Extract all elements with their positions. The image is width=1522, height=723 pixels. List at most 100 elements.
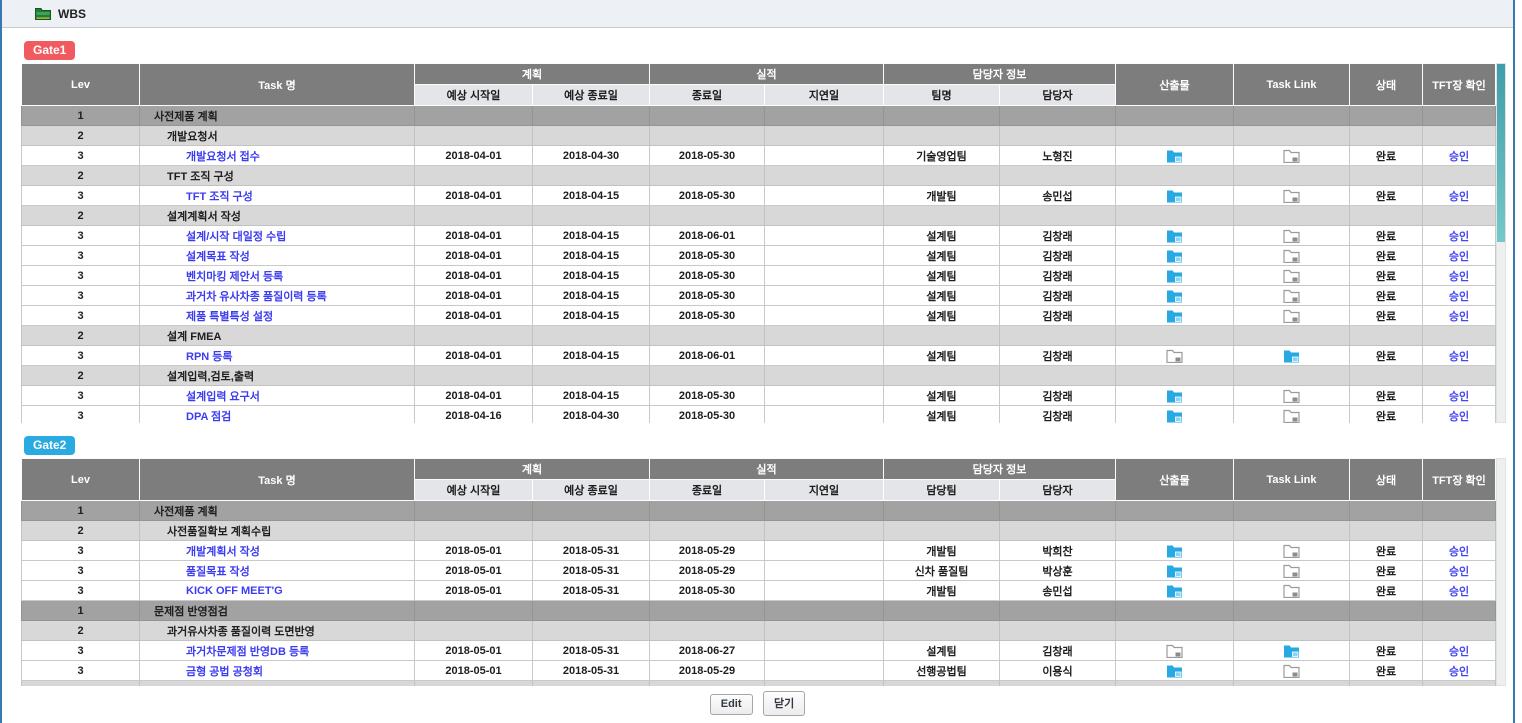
actual-end-cell: 2018-05-30 [650,266,765,286]
plan-end-cell [533,621,650,641]
vertical-scrollbar[interactable] [1496,458,1506,686]
deliverable-cell [1116,601,1234,621]
scrollbar-thumb[interactable] [1497,64,1505,242]
task-name-link[interactable]: KICK OFF MEET'G [186,585,283,597]
task-name-link[interactable]: 과거차 유사차종 품질이력 등록 [186,291,327,303]
blue-folder-icon[interactable] [1283,349,1300,363]
blue-folder-icon[interactable] [1166,269,1183,283]
task-name-link[interactable]: 제품 특별특성 설정 [186,311,273,323]
gray-folder-icon[interactable] [1166,644,1183,658]
footer: Edit 닫기 [2,691,1513,716]
gray-folder-icon[interactable] [1283,189,1300,203]
task-link-cell [1234,146,1350,166]
blue-folder-icon[interactable] [1166,249,1183,263]
col-group-actual: 실적 [650,64,884,85]
approve-link[interactable]: 승인 [1449,546,1469,558]
gray-folder-icon[interactable] [1283,289,1300,303]
plan-end-cell: 2018-05-31 [533,641,650,661]
task-name-link[interactable]: TFT 조직 구성 [186,191,253,203]
blue-folder-icon[interactable] [1166,564,1183,578]
approve-link[interactable]: 승인 [1449,411,1469,423]
blue-folder-icon[interactable] [1166,389,1183,403]
table-row: 2과거유사차종 품질이력 도면반영 [22,621,1496,641]
table-row: 2설계입력,검토,출력 [22,366,1496,386]
close-button[interactable]: 닫기 [763,691,805,716]
blue-folder-icon[interactable] [1166,189,1183,203]
gray-folder-icon[interactable] [1283,544,1300,558]
delay-cell [765,326,884,346]
actual-end-cell: 2018-05-29 [650,541,765,561]
team-cell: 기술영업팀 [884,146,1000,166]
actual-end-cell [650,521,765,541]
blue-folder-icon[interactable] [1166,309,1183,323]
approve-link[interactable]: 승인 [1449,191,1469,203]
approve-link[interactable]: 승인 [1449,391,1469,403]
delay-cell [765,641,884,661]
task-cell: 문제점 반영점검 [140,601,415,621]
table-row: 3설계/시작 대일정 수립2018-04-012018-04-152018-06… [22,226,1496,246]
delay-cell [765,166,884,186]
tft-confirm-cell: 승인 [1423,541,1496,561]
tft-confirm-cell [1423,106,1496,126]
gray-folder-icon[interactable] [1283,664,1300,678]
tft-confirm-cell: 승인 [1423,146,1496,166]
task-name-link[interactable]: 개발요청서 접수 [186,151,260,163]
edit-button[interactable]: Edit [710,694,753,715]
status-cell [1350,106,1423,126]
approve-link[interactable]: 승인 [1449,646,1469,658]
task-name-link[interactable]: 금형 공법 공청회 [186,666,263,678]
blue-folder-icon[interactable] [1283,644,1300,658]
gray-folder-icon[interactable] [1283,249,1300,263]
blue-folder-icon[interactable] [1166,544,1183,558]
task-name-link[interactable]: 설계/시작 대일정 수립 [186,231,286,243]
blue-folder-icon[interactable] [1166,409,1183,423]
table-row: 3벤치마킹 제안서 등록2018-04-012018-04-152018-05-… [22,266,1496,286]
approve-link[interactable]: 승인 [1449,231,1469,243]
vertical-scrollbar[interactable] [1496,63,1506,423]
gray-folder-icon[interactable] [1283,409,1300,423]
task-name-link[interactable]: 개발계획서 작성 [186,546,260,558]
gray-folder-icon[interactable] [1166,349,1183,363]
blue-folder-icon[interactable] [1166,229,1183,243]
gray-folder-icon[interactable] [1283,149,1300,163]
task-name-link[interactable]: 설계입력 요구서 [186,391,260,403]
approve-link[interactable]: 승인 [1449,251,1469,263]
approve-link[interactable]: 승인 [1449,586,1469,598]
owner-cell [1000,501,1116,521]
approve-link[interactable]: 승인 [1449,151,1469,163]
gray-folder-icon[interactable] [1283,584,1300,598]
gray-folder-icon[interactable] [1283,309,1300,323]
blue-folder-icon[interactable] [1166,584,1183,598]
task-name-link[interactable]: RPN 등록 [186,351,233,363]
task-name-link[interactable]: 벤치마킹 제안서 등록 [186,271,283,283]
task-name-link[interactable]: DPA 점검 [186,411,231,423]
status-cell: 완료 [1350,406,1423,424]
blue-folder-icon[interactable] [1166,149,1183,163]
plan-start-cell [415,601,533,621]
task-name-link[interactable]: 과거차문제점 반영DB 등록 [186,646,309,658]
gray-folder-icon[interactable] [1283,269,1300,283]
approve-link[interactable]: 승인 [1449,271,1469,283]
blue-folder-icon[interactable] [1166,289,1183,303]
wbs-window: WBS Gate1LevTask 명계획실적담당자 정보산출물Task Link… [0,0,1515,723]
task-name-link[interactable]: 설계목표 작성 [186,251,250,263]
approve-link[interactable]: 승인 [1449,566,1469,578]
plan-end-cell: 2018-04-15 [533,386,650,406]
task-name-link[interactable]: 품질목표 작성 [186,566,250,578]
delay-cell [765,561,884,581]
task-link-cell [1234,246,1350,266]
status-cell: 완료 [1350,641,1423,661]
gray-folder-icon[interactable] [1283,564,1300,578]
task-link-cell [1234,266,1350,286]
gray-folder-icon[interactable] [1283,229,1300,243]
owner-cell: 김창래 [1000,406,1116,424]
blue-folder-icon[interactable] [1166,664,1183,678]
approve-link[interactable]: 승인 [1449,311,1469,323]
gray-folder-icon[interactable] [1283,389,1300,403]
table-row: 2개발요청서 [22,126,1496,146]
approve-link[interactable]: 승인 [1449,666,1469,678]
approve-link[interactable]: 승인 [1449,291,1469,303]
approve-link[interactable]: 승인 [1449,351,1469,363]
lev-cell: 3 [22,306,140,326]
owner-cell: 김창래 [1000,286,1116,306]
